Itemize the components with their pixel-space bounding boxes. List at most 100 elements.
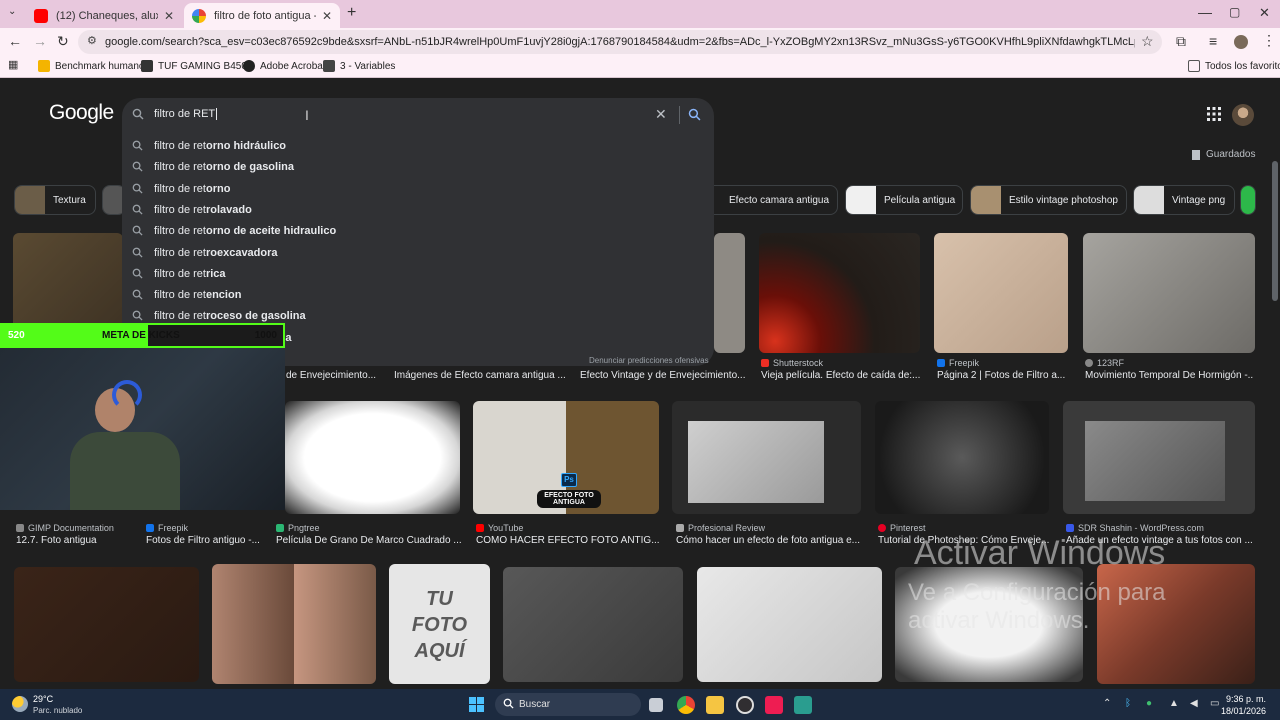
suggestion-text: filtro de retorno de gasolina (154, 161, 294, 173)
suggestion-text: filtro de retorno (154, 183, 230, 195)
search-suggestion[interactable]: filtro de retorno de gasolina (122, 157, 714, 178)
bookmark-item[interactable]: Benchmark humano... (38, 60, 153, 72)
site-info-icon[interactable]: ⚙ (87, 34, 97, 47)
report-predictions-link[interactable]: Denunciar predicciones ofensivas (589, 356, 709, 365)
result-image[interactable] (759, 233, 920, 353)
search-suggestion[interactable]: filtro de retrolavado (122, 200, 714, 221)
result-image[interactable] (14, 567, 199, 682)
google-logo[interactable]: Google (49, 101, 114, 125)
result-caption[interactable]: Fotos de Filtro antiguo -... (146, 535, 261, 546)
search-suggestion[interactable]: filtro de retrica (122, 264, 714, 285)
result-image[interactable] (1063, 401, 1255, 514)
result-caption[interactable]: Efecto Vintage y de Envejecimiento... (580, 370, 746, 381)
bookmark-item[interactable]: Adobe Acrobat (243, 60, 326, 72)
search-suggestion[interactable]: filtro de retorno (122, 179, 714, 200)
start-icon[interactable] (469, 697, 484, 715)
tu-foto-aqui-text: TU FOTO AQUÍ (411, 588, 468, 662)
saved-button[interactable]: Guardados (1192, 149, 1255, 160)
search-submit-icon[interactable] (688, 108, 701, 124)
battery-icon[interactable]: ▭ (1210, 698, 1219, 709)
result-caption[interactable]: Vieja película. Efecto de caída de:... (761, 370, 923, 381)
media-icon[interactable]: ≡ (1209, 33, 1217, 49)
result-caption[interactable]: COMO HACER EFECTO FOTO ANTIG... (476, 535, 661, 546)
result-image[interactable] (697, 567, 882, 682)
bookmark-item[interactable]: 3 - Variables (323, 60, 395, 72)
clock-date[interactable]: 18/01/2026 (1221, 706, 1266, 716)
forward-icon[interactable]: → (33, 33, 47, 49)
back-icon[interactable]: ← (8, 33, 22, 49)
close-tab-icon[interactable]: ✕ (322, 9, 332, 23)
bookmark-star-icon[interactable]: ☆ (1141, 33, 1154, 50)
close-tab-icon[interactable]: ✕ (164, 9, 174, 23)
tiktok-icon[interactable] (765, 696, 783, 714)
result-image[interactable] (875, 401, 1049, 514)
result-image[interactable] (285, 401, 460, 514)
result-caption[interactable]: Película De Grano De Marco Cuadrado ... (276, 535, 461, 546)
reload-icon[interactable]: ↻ (57, 33, 69, 50)
result-caption[interactable]: Página 2 | Fotos de Filtro a... (937, 370, 1071, 381)
tab-search-icon[interactable]: ⌄ (8, 6, 16, 17)
search-suggestion[interactable]: filtro de retroexcavadora (122, 243, 714, 264)
address-bar[interactable]: ⚙ google.com/search?sca_esv=c03ec876592c… (78, 30, 1162, 54)
minimize-icon[interactable]: — (1198, 4, 1212, 20)
weather-icon[interactable] (12, 696, 28, 712)
all-bookmarks[interactable]: Todos los favoritos (1188, 60, 1280, 72)
search-input[interactable]: filtro de RET (154, 108, 218, 121)
watermark-line: Ve a Configuración para (908, 579, 1166, 606)
result-caption[interactable]: Imágenes de Efecto camara antigua ... (394, 370, 568, 381)
search-suggestion[interactable]: filtro de retorno de aceite hidraulico (122, 221, 714, 242)
chip-more[interactable] (1240, 185, 1256, 215)
tab-youtube[interactable]: (12) Chaneques, aluxes e incub ✕ (26, 3, 182, 28)
result-caption[interactable]: Cómo hacer un efecto de foto antigua e..… (676, 535, 862, 546)
file-explorer-icon[interactable] (706, 696, 724, 714)
bookmark-item[interactable]: TUF GAMING B450... (141, 60, 255, 72)
search-suggestion[interactable]: filtro de retorno hidráulico (122, 136, 714, 157)
weather-description[interactable]: Parc. nublado (33, 706, 82, 715)
google-apps-icon[interactable] (1207, 107, 1221, 124)
windows-activation-watermark: Activar Windows Ve a Configuración para … (908, 534, 1166, 635)
weather-temperature[interactable]: 29°C (33, 694, 53, 704)
suggestion-text: filtro de retencion (154, 289, 241, 301)
pngtree-icon (276, 524, 284, 532)
chip-vintage-png[interactable]: Vintage png (1133, 185, 1235, 215)
maximize-icon[interactable]: ▢ (1229, 5, 1240, 19)
chip-textura[interactable]: Textura (14, 185, 96, 215)
chip-estilo-vintage-photoshop[interactable]: Estilo vintage photoshop (970, 185, 1127, 215)
extensions-icon[interactable]: ⧉ (1176, 33, 1186, 50)
account-avatar[interactable] (1232, 104, 1254, 126)
close-window-icon[interactable]: ✕ (1259, 5, 1270, 21)
result-caption[interactable]: de Envejecimiento... (286, 370, 382, 381)
security-icon[interactable]: ● (1146, 698, 1152, 709)
result-image[interactable]: Ps EFECTO FOTO ANTIGUA (473, 401, 659, 514)
bluetooth-icon[interactable]: ᛒ (1125, 698, 1131, 709)
clock-time[interactable]: 9:36 p. m. (1226, 694, 1266, 704)
result-image[interactable] (212, 564, 376, 684)
result-caption[interactable]: Movimiento Temporal De Hormigón -... (1085, 370, 1253, 381)
app-icon[interactable] (794, 696, 812, 714)
clear-icon[interactable]: ✕ (655, 106, 667, 123)
chip-efecto-camara-antigua[interactable]: Efecto camara antigua (706, 185, 838, 215)
apps-grid-icon[interactable]: ▦ (8, 58, 18, 71)
menu-icon[interactable]: ⋮ (1262, 32, 1276, 49)
scrollbar[interactable] (1272, 161, 1278, 301)
obs-icon[interactable] (736, 696, 754, 714)
tab-google-search[interactable]: filtro de foto antigua - Buscar c ✕ (184, 3, 340, 28)
new-tab-button[interactable]: + (347, 4, 356, 22)
result-image[interactable] (934, 233, 1068, 353)
volume-icon[interactable]: ◀ (1190, 698, 1198, 709)
show-hidden-icons[interactable]: ⌃ (1103, 698, 1111, 709)
chip-thumbnail (15, 186, 45, 214)
result-image[interactable] (1083, 233, 1255, 353)
result-image[interactable] (714, 233, 745, 353)
chip-pelicula-antigua[interactable]: Película antigua (845, 185, 963, 215)
chrome-icon[interactable] (677, 696, 695, 714)
search-suggestion[interactable]: filtro de retencion (122, 285, 714, 306)
network-icon[interactable]: ▲ (1169, 698, 1179, 709)
task-view-icon[interactable] (649, 698, 663, 712)
result-image[interactable] (672, 401, 861, 514)
profile-avatar[interactable] (1234, 35, 1248, 49)
result-image[interactable]: TU FOTO AQUÍ (389, 564, 490, 684)
result-caption[interactable]: 12.7. Foto antigua (16, 535, 136, 546)
result-image[interactable] (503, 567, 683, 682)
taskbar-search[interactable]: Buscar (495, 693, 641, 716)
